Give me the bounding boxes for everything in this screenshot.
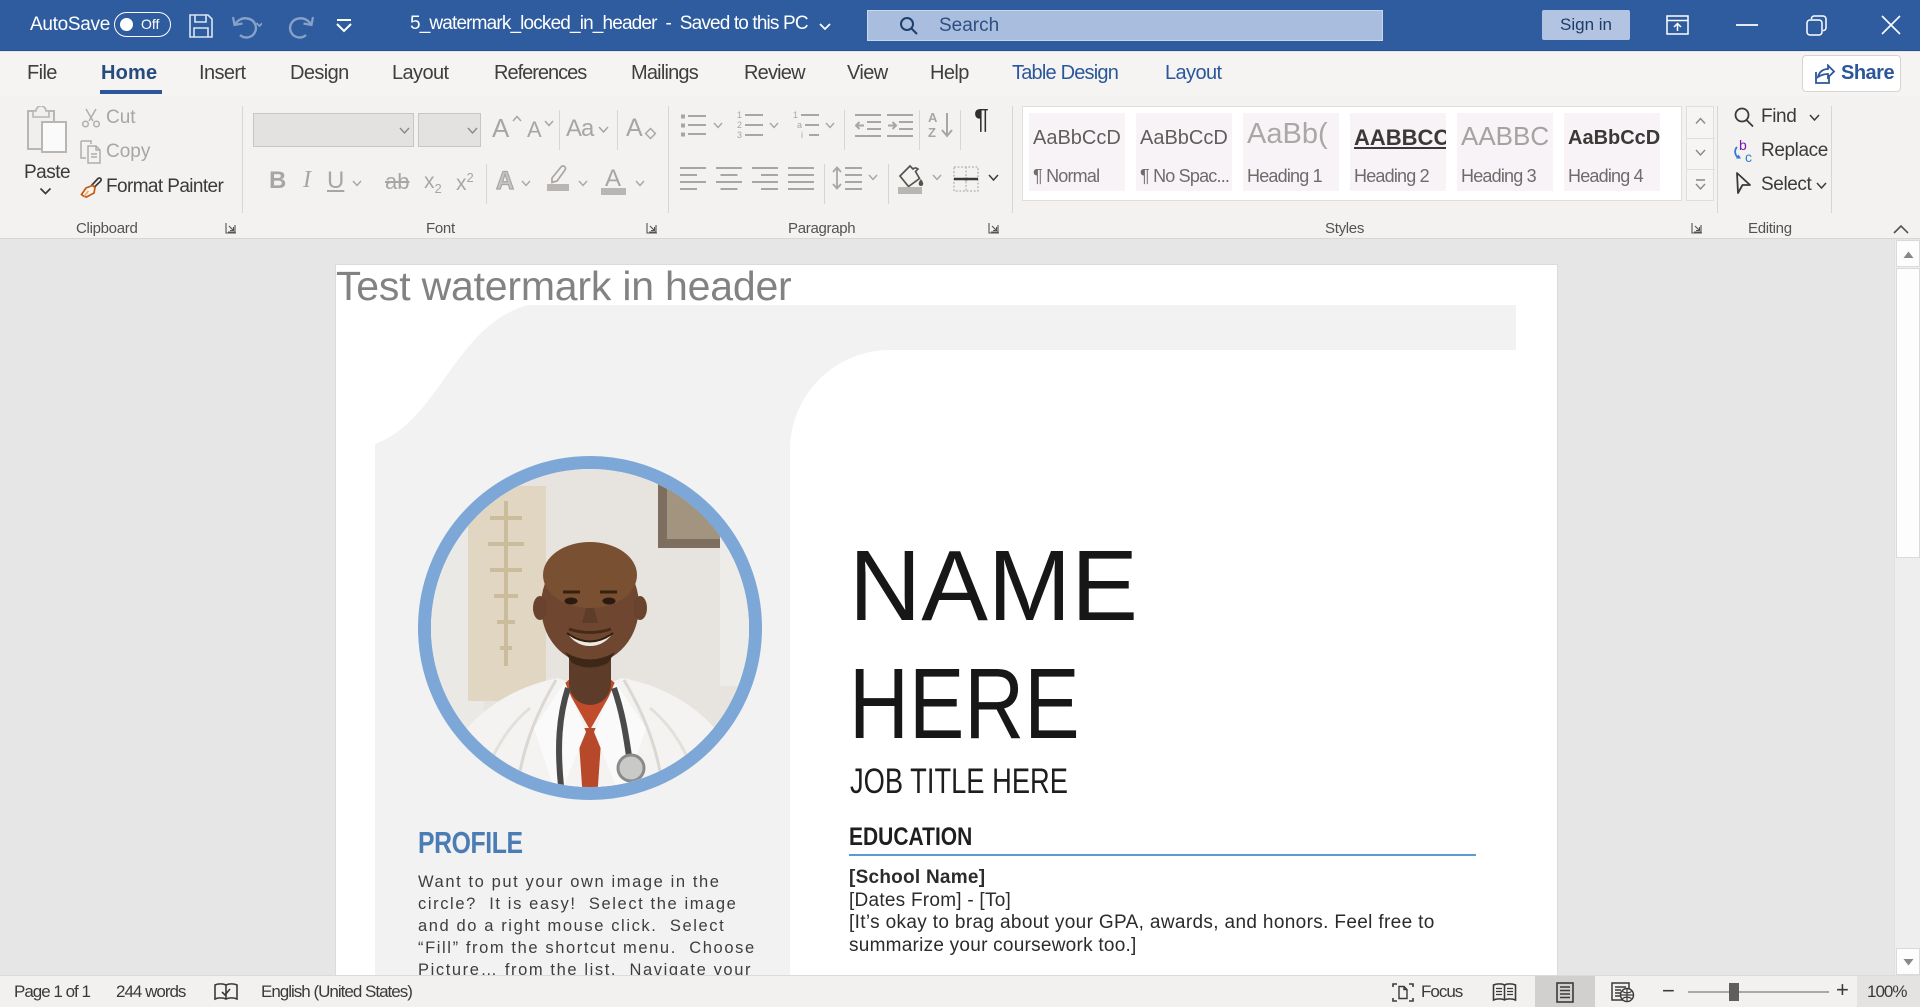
svg-text:1: 1	[737, 111, 742, 120]
svg-text:a: a	[797, 120, 802, 130]
svg-text:i: i	[801, 130, 803, 139]
svg-text:A: A	[928, 111, 938, 125]
svg-text:2: 2	[737, 120, 742, 130]
svg-text:3: 3	[737, 130, 742, 139]
svg-text:Z: Z	[928, 125, 936, 139]
svg-text:1: 1	[793, 111, 798, 120]
svg-text:c: c	[1745, 149, 1752, 164]
